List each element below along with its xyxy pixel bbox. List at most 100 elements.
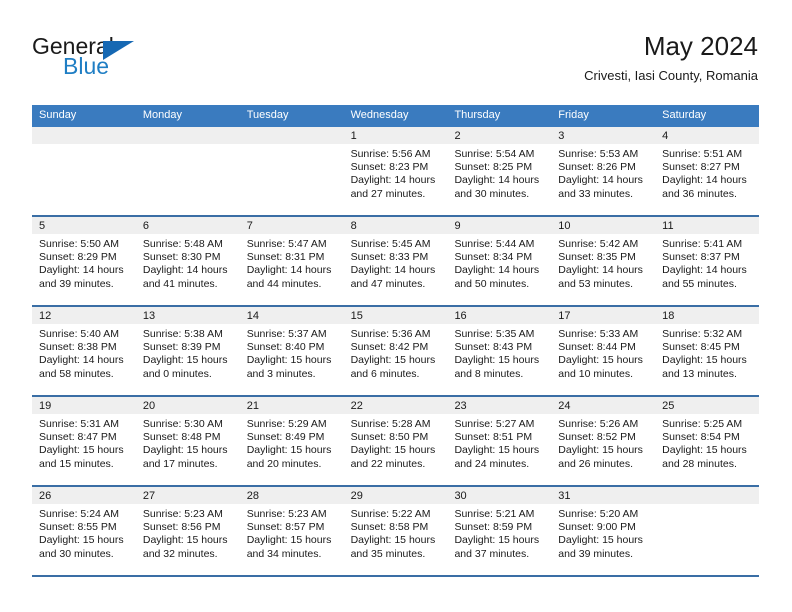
- sunrise-time: Sunrise: 5:21 AM: [454, 508, 535, 520]
- day-number: 16: [447, 307, 552, 324]
- day-cell[interactable]: 22 Sunrise: 5:28 AM Sunset: 8:50 PM Dayligh…: [343, 397, 448, 485]
- day-number: 8: [343, 217, 448, 234]
- day-details: Sunrise: 5:32 AM Sunset: 8:45 PM Daylight:…: [655, 324, 759, 381]
- day-cell[interactable]: 18 Sunrise: 5:32 AM Sunset: 8:45 PM Dayligh…: [655, 307, 760, 395]
- day-details: Sunrise: 5:42 AM Sunset: 8:35 PM Daylight:…: [551, 234, 655, 291]
- day-details: Sunrise: 5:44 AM Sunset: 8:34 PM Daylight:…: [447, 234, 551, 291]
- daylight-duration-line1: Daylight: 15 hours: [39, 534, 124, 547]
- day-cell[interactable]: 15 Sunrise: 5:36 AM Sunset: 8:42 PM Dayligh…: [343, 307, 448, 395]
- day-cell[interactable]: 9 Sunrise: 5:44 AM Sunset: 8:34 PM Daylight…: [447, 217, 552, 305]
- daylight-duration-line2: and 26 minutes.: [558, 457, 634, 470]
- sunset-time: Sunset: 8:52 PM: [558, 431, 636, 444]
- weekday-header-row: Sunday Monday Tuesday Wednesday Thursday Frid…: [32, 105, 759, 127]
- day-cell[interactable]: 31 Sunrise: 5:20 AM Sunset: 9:00 PM Dayligh…: [551, 487, 656, 575]
- sunrise-time: Sunrise: 5:26 AM: [558, 418, 639, 430]
- day-number: [655, 487, 760, 504]
- day-cell[interactable]: 6 Sunrise: 5:48 AM Sunset: 8:30 PM Daylight…: [135, 217, 240, 305]
- day-number: 12: [32, 307, 136, 324]
- daylight-duration-line1: Daylight: 14 hours: [350, 264, 436, 277]
- daylight-duration-line1: Daylight: 15 hours: [39, 444, 124, 457]
- day-cell[interactable]: 30 Sunrise: 5:21 AM Sunset: 8:59 PM Dayligh…: [447, 487, 552, 575]
- day-details: Sunrise: 5:51 AM Sunset: 8:27 PM Daylight:…: [655, 144, 759, 201]
- sunrise-time: Sunrise: 5:41 AM: [662, 238, 743, 250]
- daylight-duration-line2: and 30 minutes.: [39, 547, 114, 560]
- day-details: Sunrise: 5:25 AM Sunset: 8:54 PM Daylight:…: [655, 414, 759, 471]
- day-cell[interactable]: 28 Sunrise: 5:23 AM Sunset: 8:57 PM Dayligh…: [239, 487, 344, 575]
- day-cell[interactable]: 23 Sunrise: 5:27 AM Sunset: 8:51 PM Dayligh…: [447, 397, 552, 485]
- daylight-duration-line2: and 53 minutes.: [558, 277, 634, 290]
- daylight-duration-line2: and 39 minutes.: [39, 277, 114, 290]
- day-cell[interactable]: 21 Sunrise: 5:29 AM Sunset: 8:49 PM Dayligh…: [239, 397, 344, 485]
- day-number: 5: [32, 217, 136, 234]
- day-details: Sunrise: 5:33 AM Sunset: 8:44 PM Daylight:…: [551, 324, 655, 381]
- day-details: Sunrise: 5:29 AM Sunset: 8:49 PM Daylight:…: [240, 414, 344, 471]
- day-cell[interactable]: 25 Sunrise: 5:25 AM Sunset: 8:54 PM Dayligh…: [655, 397, 760, 485]
- page-header: General Blue May 2024 Crivesti, Iasi Cou…: [32, 30, 758, 96]
- day-details: Sunrise: 5:40 AM Sunset: 8:38 PM Daylight:…: [32, 324, 136, 381]
- daylight-duration-line2: and 10 minutes.: [558, 367, 634, 380]
- day-cell[interactable]: 16 Sunrise: 5:35 AM Sunset: 8:43 PM Dayligh…: [447, 307, 552, 395]
- sunrise-time: Sunrise: 5:27 AM: [454, 418, 535, 430]
- day-cell[interactable]: 14 Sunrise: 5:37 AM Sunset: 8:40 PM Dayligh…: [239, 307, 344, 395]
- day-cell[interactable]: 10 Sunrise: 5:42 AM Sunset: 8:35 PM Dayligh…: [551, 217, 656, 305]
- day-number: 11: [655, 217, 760, 234]
- sunset-time: Sunset: 8:37 PM: [662, 251, 740, 264]
- day-cell[interactable]: 29 Sunrise: 5:22 AM Sunset: 8:58 PM Dayligh…: [343, 487, 448, 575]
- day-cell[interactable]: 3 Sunrise: 5:53 AM Sunset: 8:26 PM Daylight…: [551, 127, 656, 215]
- day-cell[interactable]: 2 Sunrise: 5:54 AM Sunset: 8:25 PM Daylight…: [447, 127, 552, 215]
- day-cell[interactable]: 17 Sunrise: 5:33 AM Sunset: 8:44 PM Dayligh…: [551, 307, 656, 395]
- daylight-duration-line2: and 17 minutes.: [142, 457, 218, 470]
- day-details: Sunrise: 5:54 AM Sunset: 8:25 PM Daylight:…: [447, 144, 551, 201]
- daylight-duration-line2: and 33 minutes.: [558, 187, 634, 200]
- day-number: 17: [551, 307, 656, 324]
- daylight-duration-line1: Daylight: 14 hours: [39, 264, 124, 277]
- sunrise-time: Sunrise: 5:20 AM: [558, 508, 639, 520]
- sunset-time: Sunset: 8:50 PM: [350, 431, 429, 444]
- daylight-duration-line2: and 50 minutes.: [454, 277, 530, 290]
- sunset-time: Sunset: 8:33 PM: [350, 251, 429, 264]
- sunrise-time: Sunrise: 5:35 AM: [454, 328, 535, 340]
- sunset-time: Sunset: 8:26 PM: [558, 161, 636, 174]
- calendar-week-row: 26 Sunrise: 5:24 AM Sunset: 8:55 PM Dayligh…: [32, 487, 760, 577]
- daylight-duration-line1: Daylight: 14 hours: [142, 264, 228, 277]
- day-details: Sunrise: 5:50 AM Sunset: 8:29 PM Daylight:…: [32, 234, 136, 291]
- day-cell[interactable]: 1 Sunrise: 5:56 AM Sunset: 8:23 PM Daylight…: [343, 127, 448, 215]
- day-cell[interactable]: 24 Sunrise: 5:26 AM Sunset: 8:52 PM Dayligh…: [551, 397, 656, 485]
- sunset-time: Sunset: 8:40 PM: [246, 341, 325, 354]
- daylight-duration-line2: and 34 minutes.: [246, 547, 322, 560]
- daylight-duration-line2: and 24 minutes.: [454, 457, 530, 470]
- daylight-duration-line2: and 35 minutes.: [350, 547, 426, 560]
- daylight-duration-line1: Daylight: 15 hours: [246, 444, 332, 457]
- daylight-duration-line2: and 13 minutes.: [662, 367, 737, 380]
- day-cell[interactable]: 12 Sunrise: 5:40 AM Sunset: 8:38 PM Dayligh…: [32, 307, 136, 395]
- sunset-time: Sunset: 8:47 PM: [39, 431, 117, 444]
- day-cell[interactable]: 13 Sunrise: 5:38 AM Sunset: 8:39 PM Dayligh…: [135, 307, 240, 395]
- day-cell-empty: [32, 127, 136, 215]
- daylight-duration-line1: Daylight: 14 hours: [662, 174, 747, 187]
- day-number: 6: [135, 217, 240, 234]
- day-cell[interactable]: 11 Sunrise: 5:41 AM Sunset: 8:37 PM Dayligh…: [655, 217, 760, 305]
- daylight-duration-line1: Daylight: 14 hours: [454, 264, 540, 277]
- day-cell[interactable]: 8 Sunrise: 5:45 AM Sunset: 8:33 PM Daylight…: [343, 217, 448, 305]
- day-number: 20: [135, 397, 240, 414]
- day-cell[interactable]: 19 Sunrise: 5:31 AM Sunset: 8:47 PM Dayligh…: [32, 397, 136, 485]
- day-cell[interactable]: 26 Sunrise: 5:24 AM Sunset: 8:55 PM Dayligh…: [32, 487, 136, 575]
- day-cell[interactable]: 7 Sunrise: 5:47 AM Sunset: 8:31 PM Daylight…: [239, 217, 344, 305]
- daylight-duration-line1: Daylight: 14 hours: [246, 264, 332, 277]
- sunset-time: Sunset: 8:30 PM: [142, 251, 221, 264]
- daylight-duration-line1: Daylight: 14 hours: [558, 264, 643, 277]
- daylight-duration-line2: and 44 minutes.: [246, 277, 322, 290]
- sunrise-time: Sunrise: 5:40 AM: [39, 328, 119, 340]
- day-cell[interactable]: 27 Sunrise: 5:23 AM Sunset: 8:56 PM Dayligh…: [135, 487, 240, 575]
- sunset-time: Sunset: 8:42 PM: [350, 341, 429, 354]
- day-details: Sunrise: 5:35 AM Sunset: 8:43 PM Daylight:…: [447, 324, 551, 381]
- sunrise-time: Sunrise: 5:25 AM: [662, 418, 743, 430]
- day-cell[interactable]: 4 Sunrise: 5:51 AM Sunset: 8:27 PM Daylight…: [655, 127, 760, 215]
- day-details: Sunrise: 5:27 AM Sunset: 8:51 PM Daylight:…: [447, 414, 551, 471]
- day-cell[interactable]: 5 Sunrise: 5:50 AM Sunset: 8:29 PM Daylight…: [32, 217, 136, 305]
- calendar-page: General Blue May 2024 Crivesti, Iasi Cou…: [0, 0, 792, 612]
- day-number: 22: [343, 397, 448, 414]
- sunset-time: Sunset: 8:39 PM: [142, 341, 221, 354]
- sunset-time: Sunset: 8:31 PM: [246, 251, 325, 264]
- day-cell[interactable]: 20 Sunrise: 5:30 AM Sunset: 8:48 PM Dayligh…: [135, 397, 240, 485]
